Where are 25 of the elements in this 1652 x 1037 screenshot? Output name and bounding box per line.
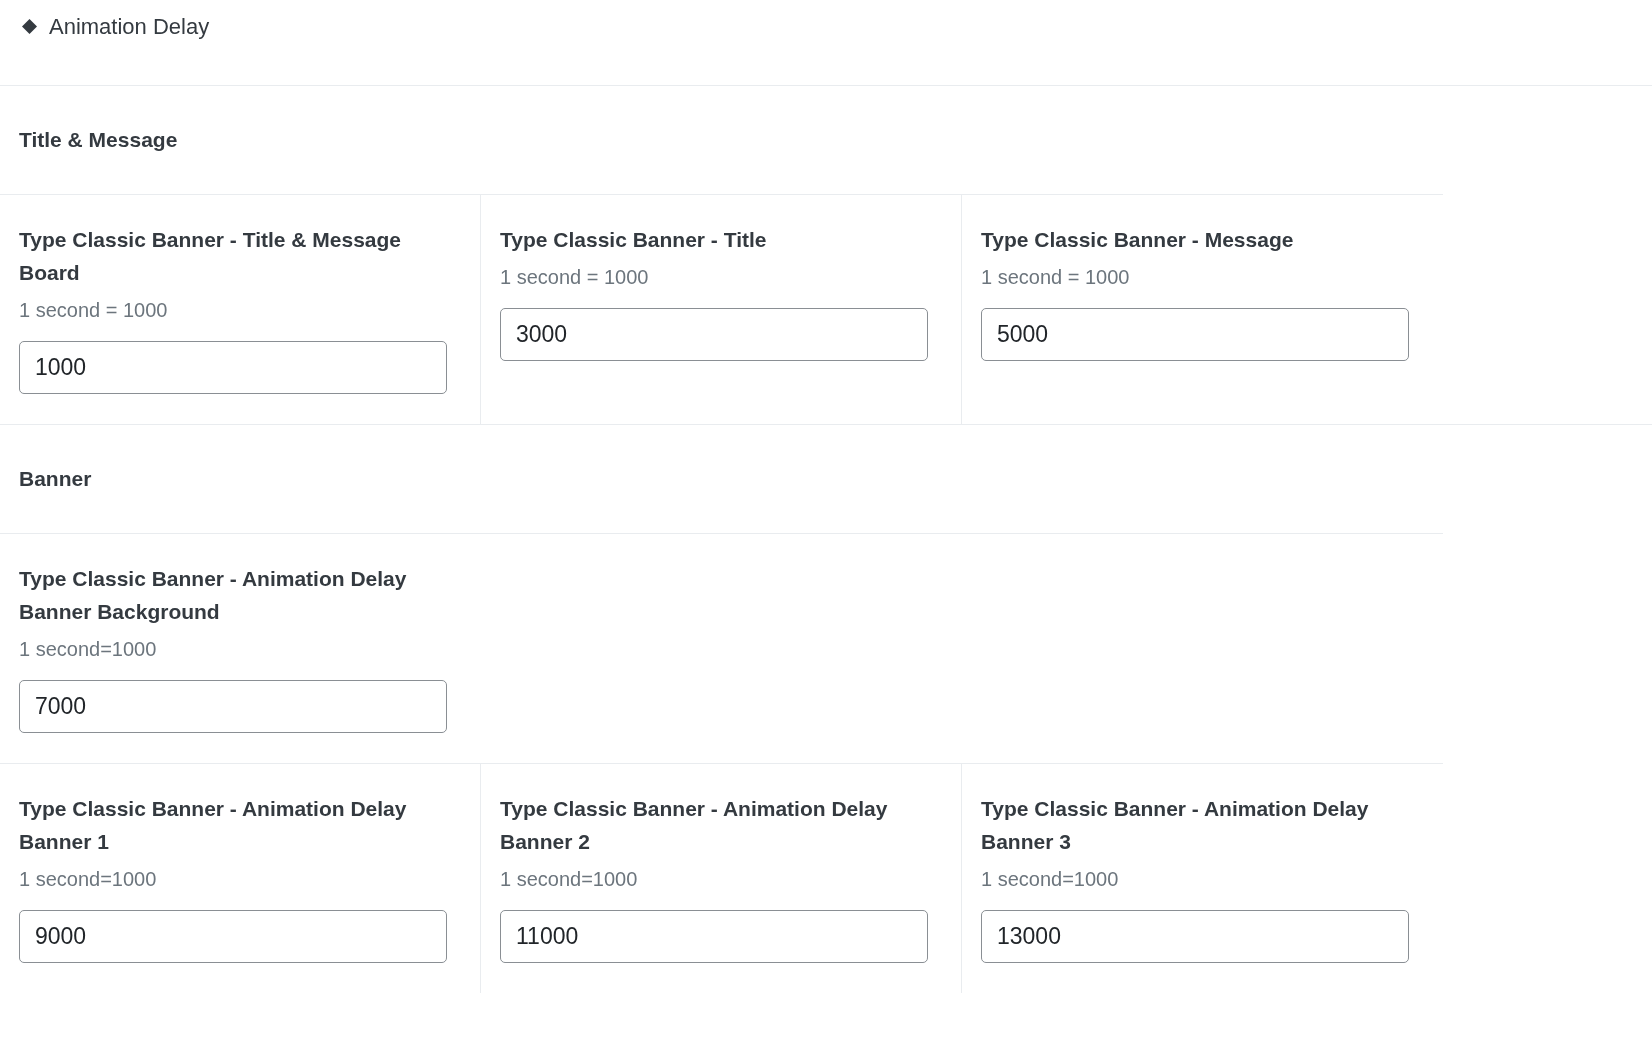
group-heading: Banner (19, 467, 92, 491)
input-field[interactable]: 5000 (981, 308, 1409, 361)
field-hint: 1 second=1000 (981, 868, 1120, 891)
field-label: Type Classic Banner - Message (981, 227, 1295, 253)
field-label: Type Classic Banner - Animation Delay Banner 3 (981, 796, 1370, 855)
field-hint: 1 second = 1000 (981, 266, 1131, 289)
input-field[interactable]: 9000 (19, 910, 447, 963)
input-field[interactable]: 3000 (500, 308, 928, 361)
field-hint: 1 second = 1000 (500, 266, 650, 289)
field-label: Type Classic Banner - Title (500, 227, 768, 253)
input-field[interactable]: 11000 (500, 910, 928, 963)
field-hint: 1 second = 1000 (19, 299, 169, 322)
field-label: Type Classic Banner - Animation Delay Banner 2 (500, 796, 889, 855)
diamond-icon (22, 19, 37, 34)
field-label: Type Classic Banner - Animation Delay Banner 1 (19, 796, 408, 855)
group-heading: Title & Message (19, 128, 178, 152)
field-hint: 1 second=1000 (19, 638, 158, 661)
field-label: Type Classic Banner - Animation Delay Banner Background (19, 566, 408, 625)
field-hint: 1 second=1000 (19, 868, 158, 891)
field-label: Type Classic Banner - Title & Message Board (19, 227, 403, 286)
section-title: Animation Delay (49, 14, 210, 40)
input-field[interactable]: 1000 (19, 341, 447, 394)
input-field[interactable]: 13000 (981, 910, 1409, 963)
input-field[interactable]: 7000 (19, 680, 447, 733)
field-hint: 1 second=1000 (500, 868, 639, 891)
